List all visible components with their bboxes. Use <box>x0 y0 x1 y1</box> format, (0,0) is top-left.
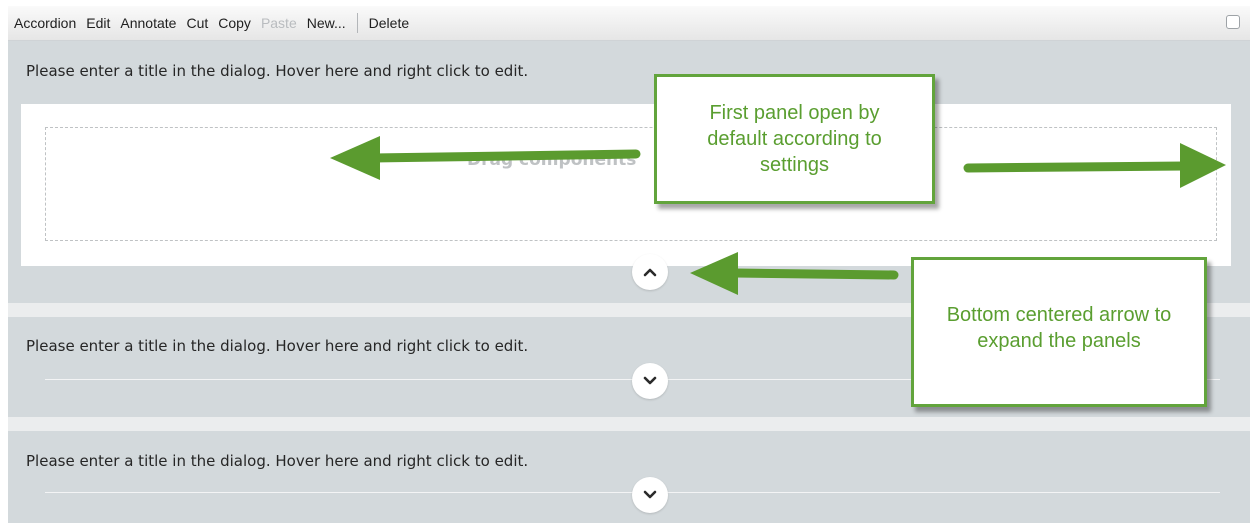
callout-line: First panel open by <box>709 102 880 124</box>
arrow-left-icon <box>690 252 899 295</box>
callout-line: expand the panels <box>977 330 1141 352</box>
arrow-left-icon <box>330 136 641 180</box>
arrow-right-icon <box>963 143 1226 188</box>
callout-line: default according to <box>707 128 882 150</box>
callout-line: settings <box>760 154 829 176</box>
callout-first-panel: First panel open by default according to… <box>654 74 935 204</box>
callout-bottom-arrow: Bottom centered arrow to expand the pane… <box>911 257 1207 407</box>
callout-line: Bottom centered arrow to <box>946 304 1172 326</box>
